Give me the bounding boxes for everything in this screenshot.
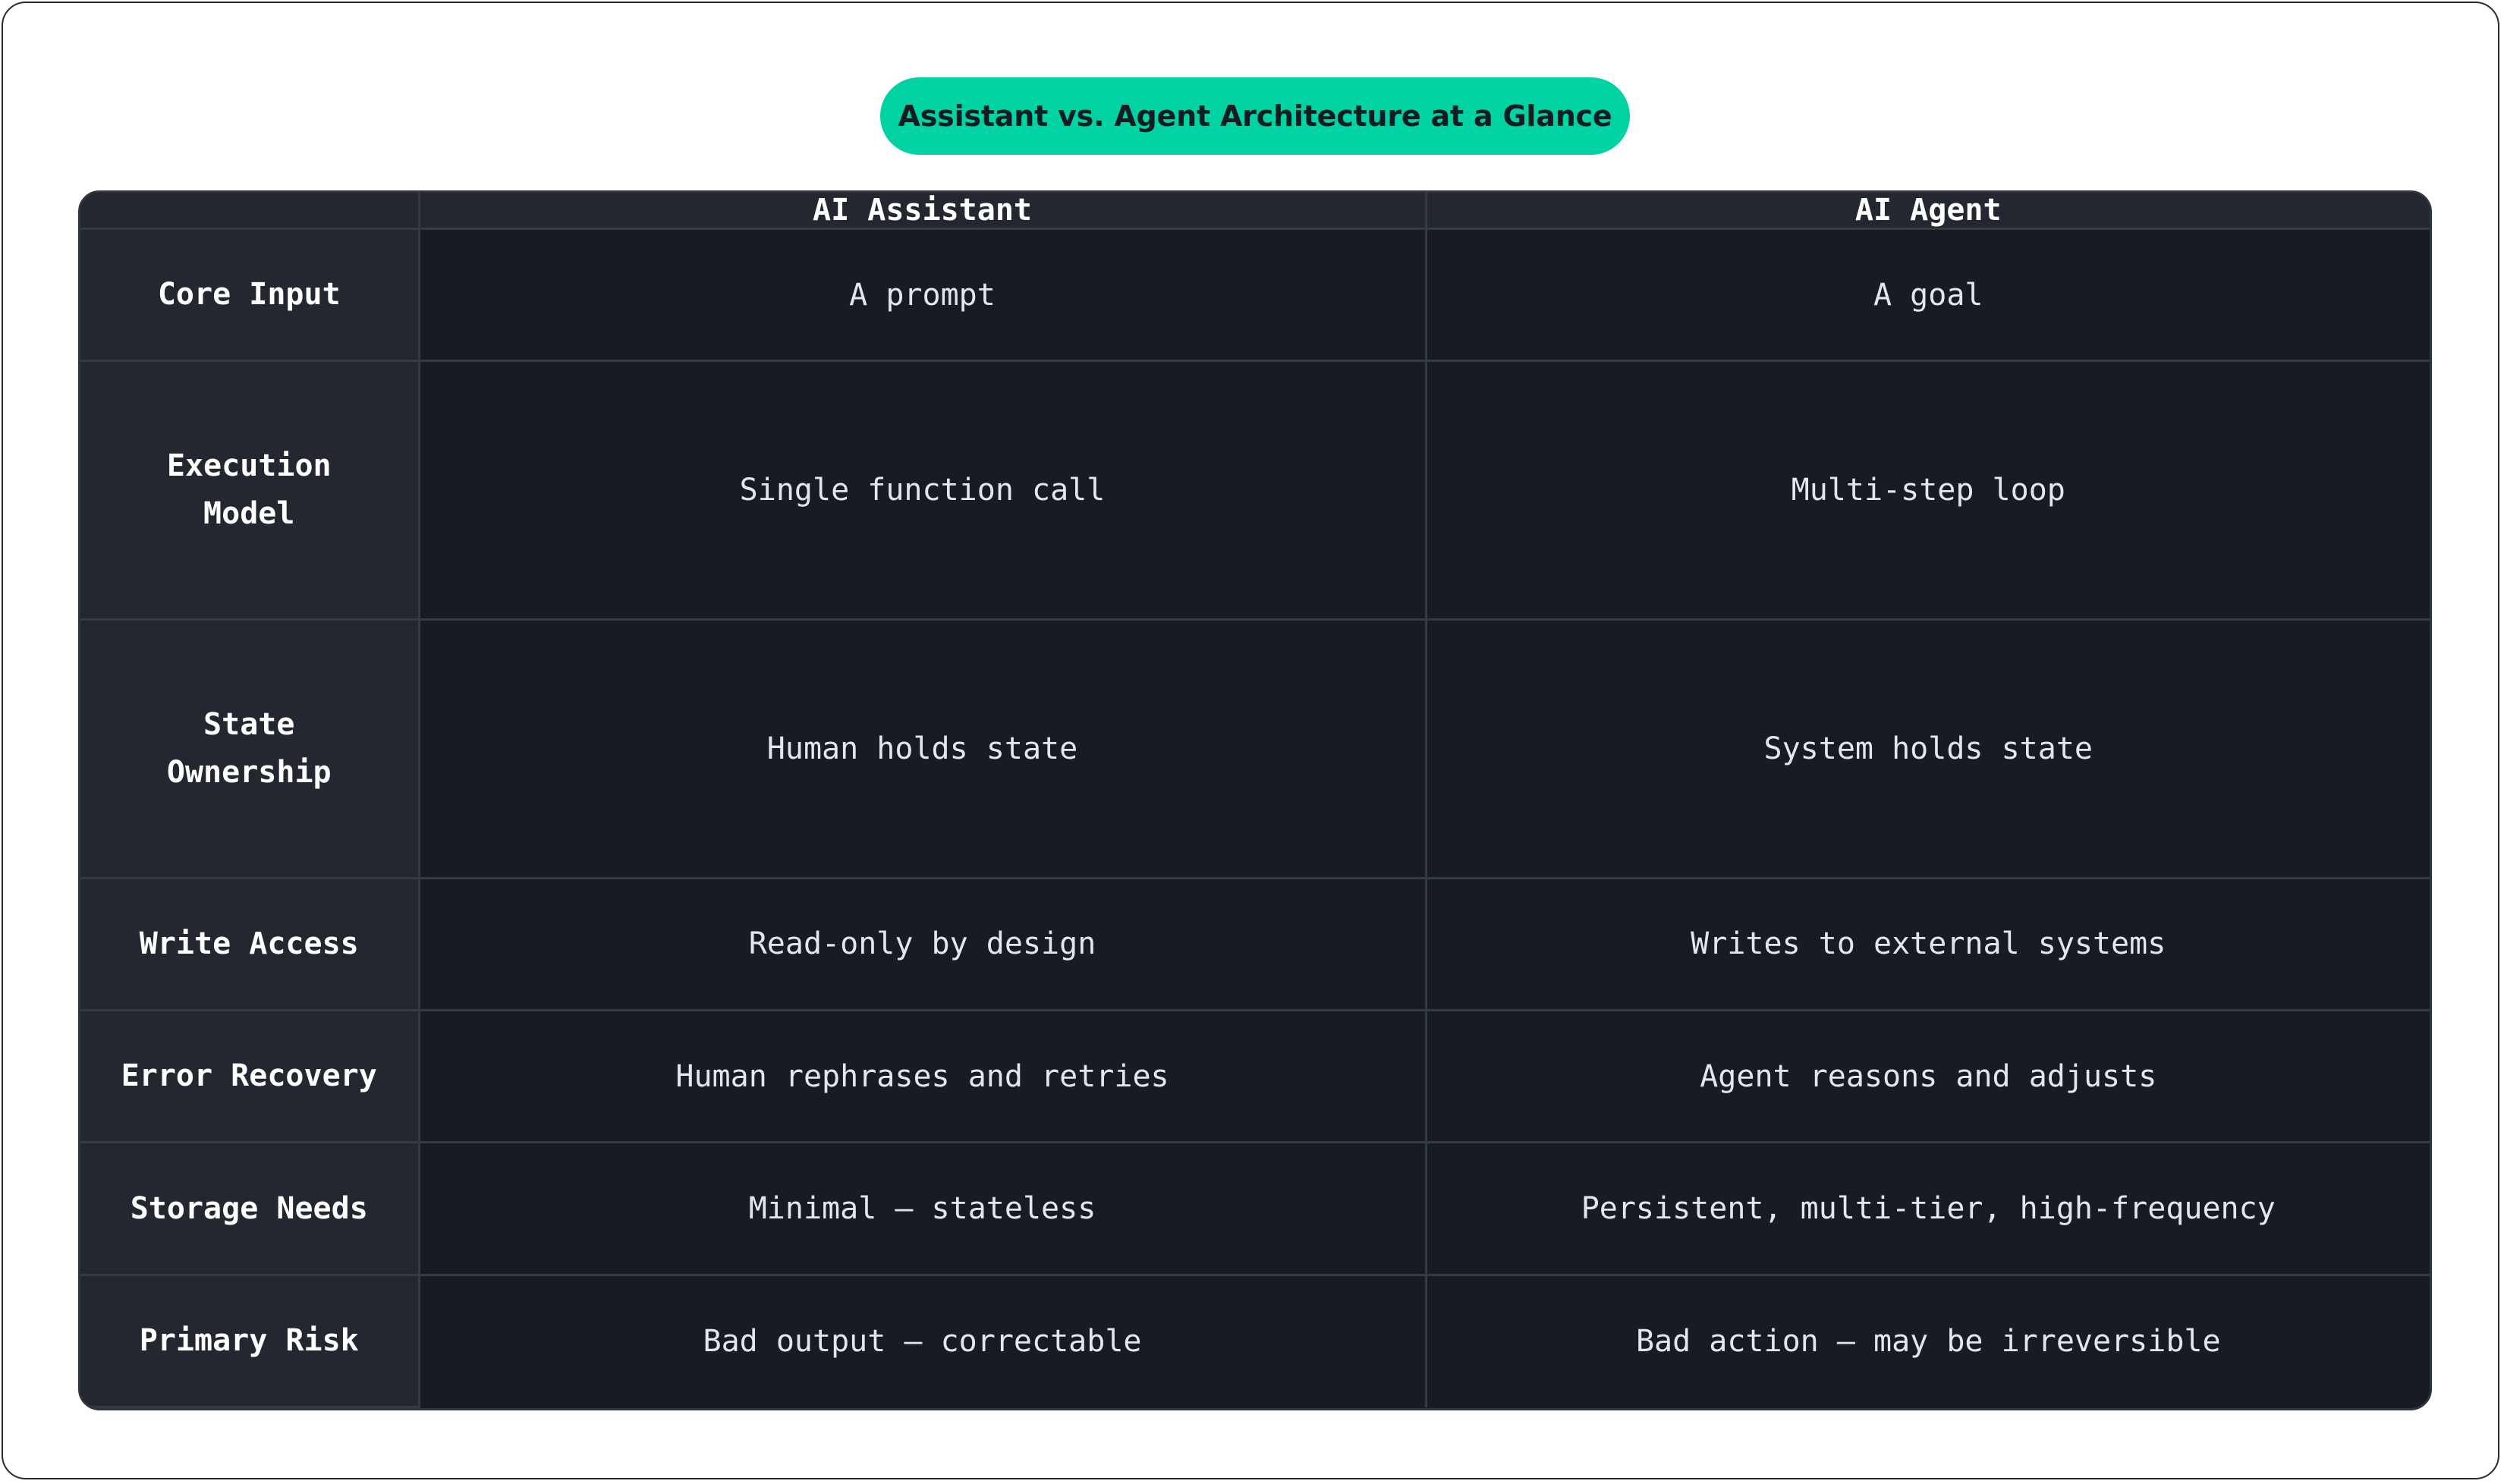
figure-frame: Assistant vs. Agent Architecture at a Gl… xyxy=(2,2,2499,1479)
assistant-cell: A prompt xyxy=(419,228,1427,363)
agent-cell: Persistent, multi-tier, high-frequency xyxy=(1426,1142,2430,1276)
header-ai-assistant: AI Assistant xyxy=(419,193,1427,230)
comparison-table-grid: AI Assistant AI Agent Core Input A prompt… xyxy=(80,193,2430,1408)
assistant-cell: Human holds state xyxy=(419,619,1427,879)
table-row: Core Input A prompt A goal xyxy=(80,228,2430,363)
agent-cell: A goal xyxy=(1426,228,2430,363)
row-label-cell: Primary Risk xyxy=(80,1275,420,1408)
table-row: Error Recovery Human rephrases and retrie… xyxy=(80,1010,2430,1144)
assistant-cell: Human rephrases and retries xyxy=(419,1010,1427,1144)
table-row: Storage Needs Minimal — stateless Persiste… xyxy=(80,1142,2430,1276)
comparison-table: AI Assistant AI Agent Core Input A prompt… xyxy=(78,190,2432,1410)
agent-cell: Writes to external systems xyxy=(1426,878,2430,1012)
row-label-cell: Execution Model xyxy=(80,360,420,621)
header-corner-cell xyxy=(80,193,420,230)
row-label-cell: Error Recovery xyxy=(80,1010,420,1144)
header-ai-agent: AI Agent xyxy=(1426,193,2430,230)
table-body: Core Input A prompt A goal Execution Model S… xyxy=(80,228,2430,1408)
row-label-cell: Storage Needs xyxy=(80,1142,420,1276)
row-label-cell: Write Access xyxy=(80,878,420,1012)
row-label: State Ownership xyxy=(166,706,332,790)
assistant-cell: Bad output — correctable xyxy=(419,1275,1427,1407)
assistant-cell: Single function call xyxy=(419,360,1427,621)
table-row: Primary Risk Bad output — correctable Bad … xyxy=(80,1275,2430,1408)
header-row: AI Assistant AI Agent xyxy=(80,193,2430,230)
agent-cell: Bad action — may be irreversible xyxy=(1426,1275,2430,1407)
chart-title: Assistant vs. Agent Architecture at a Gl… xyxy=(880,77,1630,155)
table-row: State Ownership Human holds state System h… xyxy=(80,619,2430,879)
agent-cell: Multi-step loop xyxy=(1426,360,2430,621)
row-label-cell: State Ownership xyxy=(80,619,420,879)
agent-cell: System holds state xyxy=(1426,619,2430,879)
assistant-cell: Minimal — stateless xyxy=(419,1142,1427,1276)
table-row: Execution Model Single function call Multi… xyxy=(80,360,2430,621)
agent-cell: Agent reasons and adjusts xyxy=(1426,1010,2430,1144)
row-label: Execution Model xyxy=(166,448,332,532)
row-label-cell: Core Input xyxy=(80,228,420,363)
table-row: Write Access Read-only by design Writes to… xyxy=(80,878,2430,1012)
assistant-cell: Read-only by design xyxy=(419,878,1427,1012)
